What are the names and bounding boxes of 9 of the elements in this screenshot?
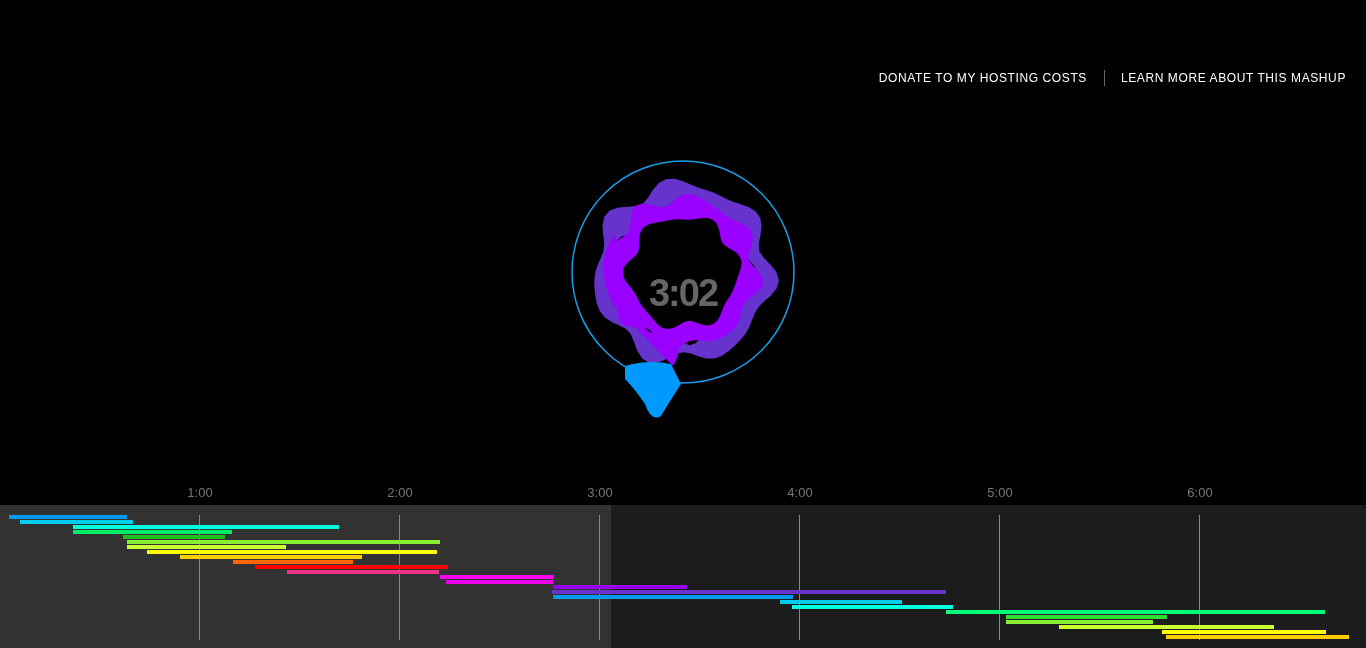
header-link[interactable]: LEARN MORE ABOUT THIS MASHUP <box>1103 70 1346 86</box>
time-tick-label: 2:00 <box>386 484 414 502</box>
time-tick-label: 5:00 <box>986 484 1014 502</box>
time-tick-label: 6:00 <box>1186 484 1214 502</box>
time-tick-label: 4:00 <box>786 484 814 502</box>
header-link[interactable]: DONATE TO MY HOSTING COSTS <box>862 70 1087 86</box>
time-tick-label: 3:00 <box>586 484 614 502</box>
time-tick-label: 1:00 <box>186 484 214 502</box>
playback-time: 3:02 <box>648 272 718 314</box>
